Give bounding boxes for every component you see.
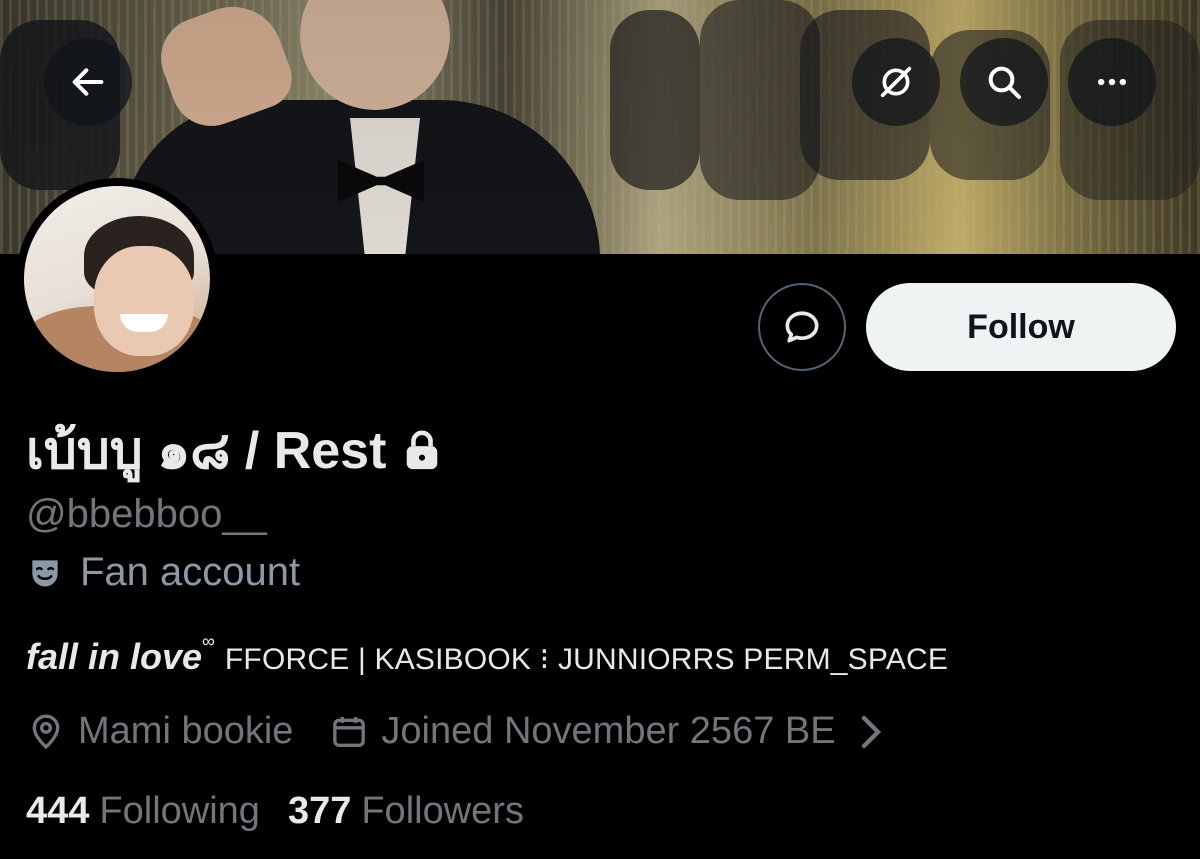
- name-row: เบ้บบู ๑๘ / Rest: [26, 408, 440, 491]
- message-bubble-icon: [785, 311, 819, 343]
- profile-meta: Mami bookie Joined November 2567 BE: [26, 710, 938, 753]
- grok-button[interactable]: [852, 38, 940, 126]
- arrow-left-icon: [72, 68, 104, 96]
- followers-link[interactable]: 377 Followers: [288, 790, 524, 833]
- chevron-right-icon: [861, 715, 881, 748]
- join-date[interactable]: Joined November 2567 BE: [329, 710, 901, 753]
- bio-superscript: ∞: [202, 631, 215, 651]
- follow-button[interactable]: Follow: [866, 283, 1176, 371]
- following-label: Following: [99, 790, 260, 832]
- search-icon: [988, 66, 1021, 99]
- avatar[interactable]: [16, 178, 218, 380]
- following-count: 444: [26, 790, 90, 832]
- bio: fall in love ∞ FFORCE | KASIBOOK ⁝ JUNNI…: [26, 631, 949, 678]
- followers-count: 377: [287, 790, 352, 832]
- calendar-icon: [333, 716, 366, 747]
- following-link[interactable]: 444 Following: [26, 790, 260, 833]
- username-handle: @bbebboo__: [26, 492, 267, 536]
- location: Mami bookie: [26, 710, 293, 753]
- account-label-text: Fan account: [80, 550, 301, 594]
- message-button[interactable]: [758, 283, 846, 371]
- follow-stats: 444 Following 377 Followers: [26, 790, 552, 833]
- theater-mask-icon: [32, 559, 58, 586]
- back-button[interactable]: [44, 38, 132, 126]
- more-button[interactable]: [1068, 38, 1156, 126]
- display-name: เบ้บบู ๑๘ / Rest: [26, 422, 387, 480]
- more-icon: [1098, 78, 1126, 86]
- bio-styled-text: fall in love: [26, 636, 203, 677]
- bio-text: FFORCE | KASIBOOK ⁝ JUNNIORRS PERM_SPACE: [224, 643, 949, 676]
- join-date-text: Joined November 2567 BE: [381, 710, 836, 752]
- search-button[interactable]: [960, 38, 1048, 126]
- followers-label: Followers: [361, 790, 524, 832]
- account-label: Fan account: [26, 550, 300, 595]
- lock-icon: [407, 430, 438, 469]
- grok-icon: [880, 66, 912, 98]
- location-pin-icon: [32, 714, 60, 749]
- location-text: Mami bookie: [78, 710, 294, 752]
